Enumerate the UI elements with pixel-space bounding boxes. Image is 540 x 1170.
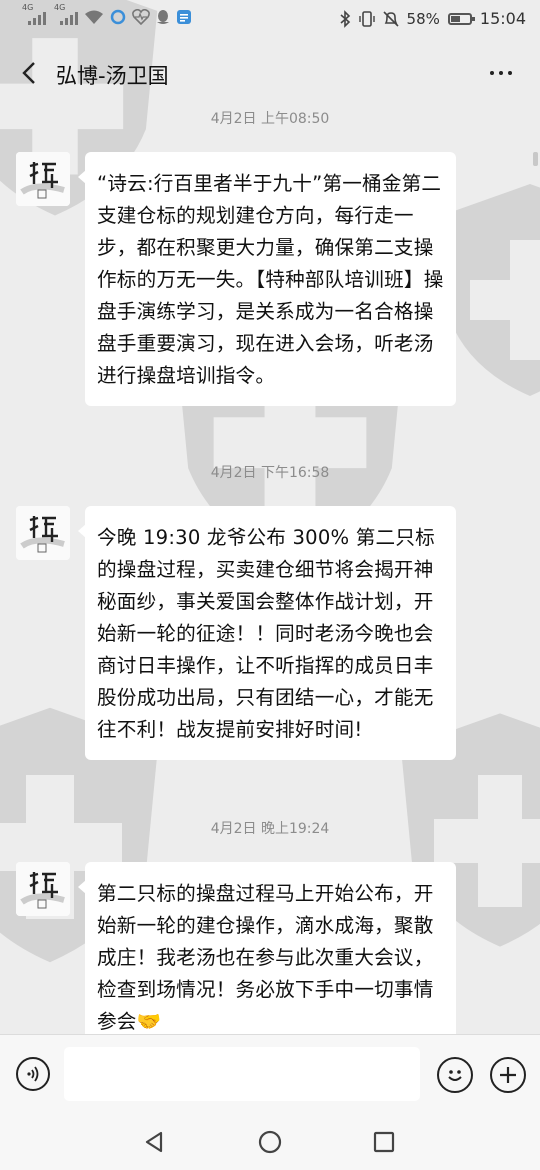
plus-button[interactable] (490, 1057, 526, 1093)
emoji-button[interactable] (437, 1057, 473, 1093)
emoji-icon (448, 1070, 462, 1081)
chat-title: 弘博-汤卫国 (56, 64, 169, 88)
heart-rate-icon (132, 9, 150, 25)
vibrate-icon (358, 10, 375, 27)
message-bubble[interactable]: 第二只标的操盘过程马上开始公布，开始新一轮的建仓操作，滴水成海，聚散成庄！我老汤… (78, 862, 456, 1034)
network-type-label: 4G (54, 3, 66, 12)
status-bar: 4G 4G 58% 15:04 (0, 0, 540, 40)
app-icon (177, 10, 191, 24)
back-button[interactable] (14, 58, 44, 88)
message-list[interactable]: 4月2日 上午08:50 “诗云:行百里者半于九十”第一桶金第二支建仓标的规划建… (0, 100, 540, 1034)
status-left: 4G 4G (22, 3, 192, 25)
nav-home-button[interactable] (256, 1128, 284, 1156)
app-notification-icon (110, 9, 126, 25)
square-recent-icon (373, 1131, 395, 1153)
mute-bell-icon (382, 10, 399, 27)
signal-icon: 4G (54, 3, 78, 25)
clock: 15:04 (479, 9, 526, 28)
avatar-calligraphy-icon (16, 152, 70, 206)
nav-recent-button[interactable] (370, 1128, 398, 1156)
wifi-icon (85, 10, 103, 24)
avatar[interactable] (16, 152, 70, 206)
network-type-label: 4G (22, 3, 34, 12)
more-dots-icon (499, 71, 503, 75)
circle-home-icon (258, 1130, 282, 1154)
qq-icon (157, 10, 169, 24)
message-bubble[interactable]: 今晚 19:30 龙爷公布 300% 第二只标的操盘过程，买卖建仓细节将会揭开神… (78, 506, 456, 760)
status-right: 58% 15:04 (339, 9, 526, 28)
message-timestamp: 4月2日 上午08:50 (210, 111, 330, 127)
message-timestamp: 4月2日 晚上19:24 (210, 821, 330, 837)
battery-icon (447, 12, 475, 25)
chat-header: 弘博-汤卫国 (0, 40, 540, 108)
more-dots-icon (490, 71, 494, 75)
battery-percent: 58% (406, 9, 440, 28)
scroll-indicator[interactable] (533, 152, 538, 166)
chevron-left-icon (22, 62, 35, 84)
avatar[interactable] (16, 506, 70, 560)
system-nav-bar (0, 1114, 540, 1170)
avatar[interactable] (16, 862, 70, 916)
more-dots-icon (508, 71, 512, 75)
avatar-calligraphy-icon (16, 862, 70, 916)
voice-button[interactable] (16, 1057, 50, 1091)
voice-icon (27, 1066, 39, 1082)
triangle-back-icon (145, 1131, 163, 1153)
more-button[interactable] (484, 60, 518, 86)
plus-icon (500, 1067, 516, 1083)
message-bubble[interactable]: “诗云:行百里者半于九十”第一桶金第二支建仓标的规划建仓方向，每行走一步，都在积… (78, 152, 456, 406)
message-timestamp: 4月2日 下午16:58 (210, 465, 330, 481)
bluetooth-icon (340, 9, 350, 28)
input-bar (0, 1034, 540, 1115)
signal-icon: 4G (22, 3, 46, 25)
avatar-calligraphy-icon (16, 506, 70, 560)
message-input[interactable] (64, 1047, 420, 1101)
nav-back-button[interactable] (140, 1128, 168, 1156)
